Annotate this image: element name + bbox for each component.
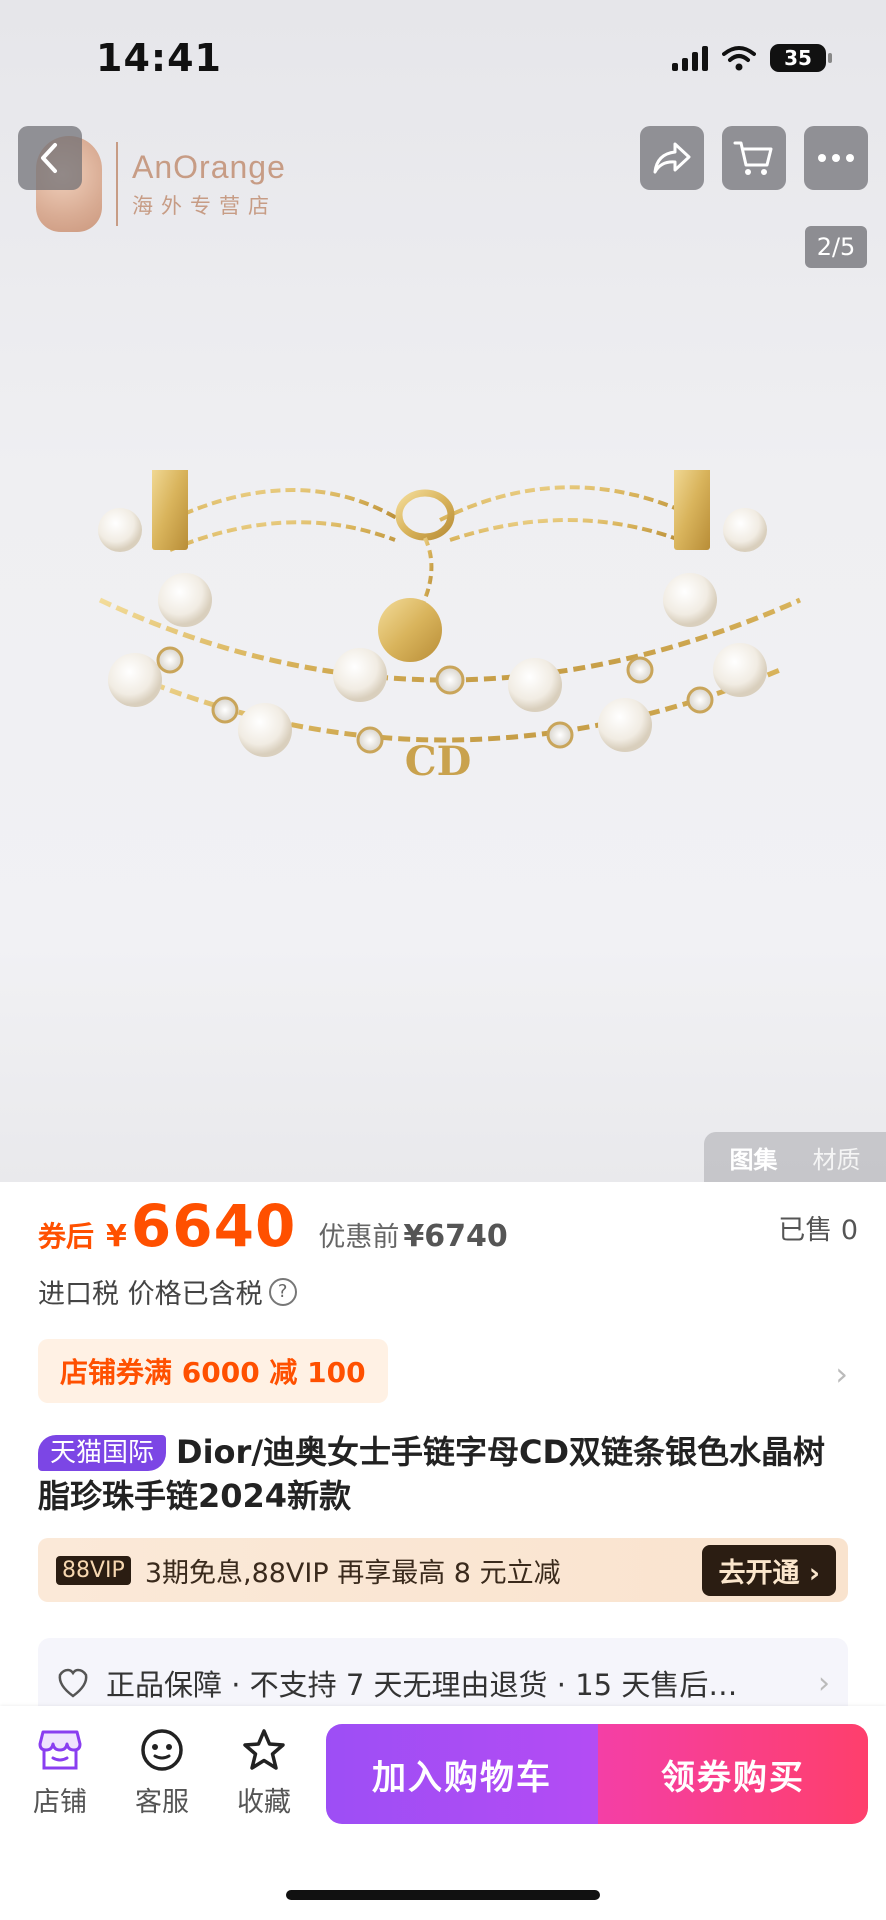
- shop-button[interactable]: 店铺: [20, 1728, 100, 1819]
- cart-button[interactable]: [722, 126, 786, 190]
- vip-badge: 88VIP: [56, 1555, 131, 1585]
- original-price-label: 优惠前: [318, 1222, 400, 1253]
- chevron-right-icon: ›: [835, 1355, 848, 1393]
- shield-icon: [58, 1668, 88, 1698]
- tab-material[interactable]: 材质: [813, 1140, 861, 1175]
- battery-indicator: 35: [770, 44, 832, 72]
- store-coupon-chip[interactable]: 店铺券满 6000 减 100: [38, 1339, 388, 1403]
- share-button[interactable]: [640, 126, 704, 190]
- home-indicator: [286, 1890, 600, 1900]
- bottom-action-bar: 店铺 客服 收藏 加入购物车 领券购买: [0, 1706, 886, 1920]
- price-row: 券后 ¥ 6640 优惠前 ¥6740 已售 0: [38, 1192, 858, 1272]
- vip-promo-bar[interactable]: 88VIP 3期免息,88VIP 再享最高 8 元立减 去开通 ›: [38, 1538, 848, 1602]
- cart-icon: [733, 141, 773, 175]
- product-image: CD: [98, 470, 802, 785]
- status-icons: 35: [672, 44, 832, 72]
- chevron-right-icon: ›: [818, 1665, 830, 1701]
- favorite-label: 收藏: [237, 1787, 291, 1818]
- shop-label: 店铺: [33, 1787, 87, 1818]
- watermark-name: AnOrange: [132, 148, 286, 185]
- coupon-row[interactable]: 店铺券满 6000 减 100 ›: [38, 1339, 848, 1403]
- buy-with-coupon-button[interactable]: 领券购买: [598, 1724, 868, 1824]
- store-icon: [38, 1730, 82, 1770]
- tax-label: 进口税 价格已含税: [38, 1279, 263, 1310]
- svg-text:CD: CD: [405, 738, 472, 785]
- watermark-subtitle: 海外专营店: [132, 193, 277, 218]
- favorite-button[interactable]: 收藏: [224, 1728, 304, 1819]
- tax-info[interactable]: 进口税 价格已含税 ?: [38, 1272, 297, 1311]
- back-button[interactable]: [18, 126, 82, 190]
- after-coupon-label: 券后: [38, 1220, 95, 1253]
- star-icon: [243, 1729, 285, 1770]
- vip-activate-button[interactable]: 去开通 ›: [702, 1544, 836, 1596]
- coupon-price: 6640: [130, 1192, 297, 1260]
- original-price: ¥6740: [403, 1219, 508, 1254]
- status-time: 14:41: [96, 36, 222, 80]
- product-gallery[interactable]: 14:41 35 AnOrange 海外专营店 2/5 CD 图集 材质: [0, 0, 886, 1182]
- sold-count: 已售 0: [778, 1215, 858, 1246]
- more-button[interactable]: [804, 126, 868, 190]
- more-icon: [818, 154, 854, 162]
- wifi-icon: [722, 46, 756, 71]
- status-bar: 14:41 35: [0, 0, 886, 110]
- customer-service-button[interactable]: 客服: [122, 1728, 202, 1819]
- vip-promo-text: 3期免息,88VIP 再享最高 8 元立减: [144, 1557, 561, 1589]
- share-icon: [653, 142, 691, 174]
- guarantee-text: 正品保障 · 不支持 7 天无理由退货 · 15 天售后…: [106, 1668, 738, 1702]
- tab-gallery[interactable]: 图集: [730, 1140, 778, 1175]
- help-icon[interactable]: ?: [268, 1277, 297, 1306]
- chat-icon: [141, 1729, 183, 1771]
- currency-symbol: ¥: [106, 1219, 127, 1254]
- product-title: 天猫国际 Dior/迪奥女士手链字母CD双链条银色水晶树脂珍珠手链2024新款: [38, 1430, 850, 1518]
- signal-icon: [672, 45, 708, 71]
- gallery-tabs: 图集 材质: [704, 1132, 886, 1182]
- image-page-indicator: 2/5: [805, 226, 867, 268]
- add-to-cart-button[interactable]: 加入购物车: [326, 1724, 598, 1824]
- service-label: 客服: [135, 1787, 189, 1818]
- back-icon: [41, 143, 57, 173]
- tmall-global-badge: 天猫国际: [38, 1435, 167, 1471]
